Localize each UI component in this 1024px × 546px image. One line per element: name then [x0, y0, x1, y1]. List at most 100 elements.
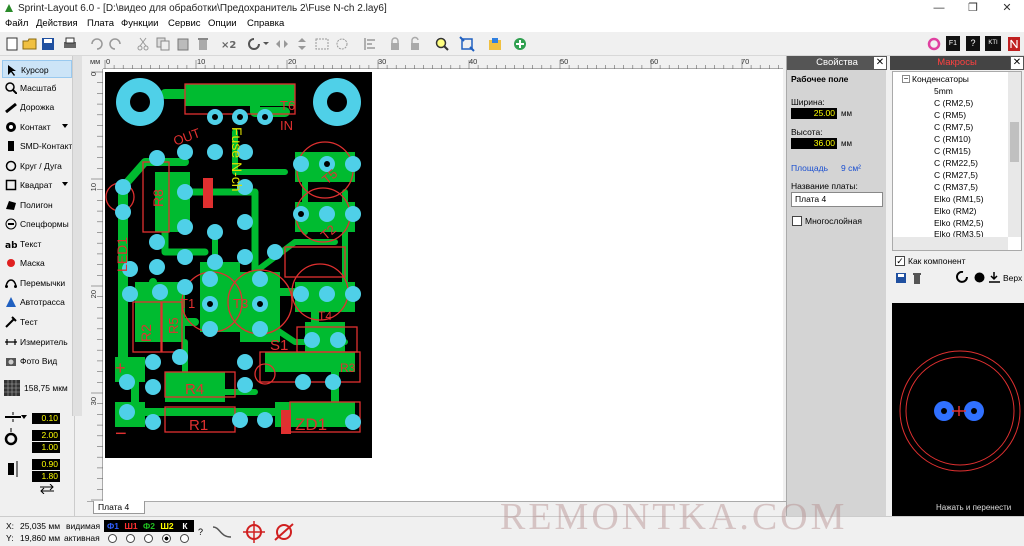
- tree-item[interactable]: C (RM15): [934, 146, 971, 156]
- tree-item[interactable]: C (RM2,5): [934, 98, 973, 108]
- tool-test[interactable]: Тест: [2, 313, 72, 331]
- close-icon[interactable]: ✕: [1010, 56, 1024, 70]
- menu-actions[interactable]: Действия: [36, 18, 78, 29]
- as-component-checkbox[interactable]: ✓: [895, 256, 905, 266]
- duplicate-icon[interactable]: ×2: [220, 36, 242, 52]
- tool-track[interactable]: Дорожка: [2, 98, 72, 116]
- tree-item[interactable]: C (RM7,5): [934, 122, 973, 132]
- delete-icon[interactable]: [195, 36, 211, 52]
- tool-jumper[interactable]: Перемычки: [2, 274, 72, 292]
- smd-height-field[interactable]: 1.80: [32, 471, 60, 482]
- tree-scrollbar[interactable]: [1008, 72, 1021, 237]
- f1-help-icon[interactable]: F1: [946, 36, 960, 51]
- tool-photo[interactable]: Фото Вид: [2, 352, 72, 370]
- pad-outer-field[interactable]: 2.00: [32, 430, 60, 441]
- undo-icon[interactable]: [88, 36, 104, 52]
- connection-icon[interactable]: [210, 521, 234, 543]
- tool-cursor[interactable]: Курсор: [2, 60, 72, 78]
- tree-item[interactable]: C (RM37,5): [934, 182, 978, 192]
- kti-icon[interactable]: KTI: [985, 36, 1001, 51]
- menu-functions[interactable]: Функции: [121, 18, 158, 29]
- export-icon[interactable]: [487, 36, 503, 52]
- active-layer-radio[interactable]: [162, 534, 171, 543]
- menu-options[interactable]: Опции: [208, 18, 237, 29]
- tool-zoom[interactable]: Масштаб: [2, 79, 72, 97]
- tree-item[interactable]: Elko (RM2): [934, 206, 977, 216]
- layer-sh1[interactable]: Ш1: [122, 520, 140, 532]
- board-name-field[interactable]: Плата 4: [791, 192, 883, 207]
- grid-icon[interactable]: [4, 380, 20, 396]
- exit-icon[interactable]: [1006, 36, 1022, 52]
- record-icon[interactable]: [973, 271, 986, 284]
- height-field[interactable]: 36.00: [791, 138, 837, 149]
- plugin-icon[interactable]: [512, 36, 528, 52]
- menu-file[interactable]: Файл: [5, 18, 28, 29]
- tree-item[interactable]: C (RM27,5): [934, 170, 978, 180]
- lock-icon[interactable]: [387, 36, 403, 52]
- tree-item[interactable]: C (RM22,5): [934, 158, 978, 168]
- active-layer-radio[interactable]: [108, 534, 117, 543]
- active-layer-radio[interactable]: [180, 534, 189, 543]
- minimize-button[interactable]: —: [922, 0, 956, 17]
- zoom-fit-icon[interactable]: [459, 36, 475, 52]
- close-button[interactable]: ✕: [990, 0, 1024, 17]
- group-icon[interactable]: [314, 36, 330, 52]
- zoom-search-icon[interactable]: [434, 36, 450, 52]
- close-icon[interactable]: ✕: [873, 56, 887, 70]
- align-icon[interactable]: [362, 36, 378, 52]
- tree-category[interactable]: Конденсаторы: [912, 74, 969, 84]
- board-tab[interactable]: Плата 4: [93, 501, 145, 514]
- save-icon[interactable]: [40, 36, 56, 52]
- pad-inner-field[interactable]: 1.00: [32, 442, 60, 453]
- layer-f2[interactable]: Ф2: [140, 520, 158, 532]
- layer-help[interactable]: ?: [198, 527, 203, 537]
- chevron-down-icon[interactable]: [262, 36, 270, 52]
- tree-item[interactable]: 5mm: [934, 86, 953, 96]
- tool-autoroute[interactable]: Автотрасса: [2, 293, 72, 311]
- drc-off-icon[interactable]: [272, 521, 296, 543]
- maximize-button[interactable]: ❐: [956, 0, 990, 17]
- new-file-icon[interactable]: [4, 36, 20, 52]
- ungroup-icon[interactable]: [334, 36, 350, 52]
- tool-scrollbar[interactable]: [72, 56, 82, 416]
- mirror-v-icon[interactable]: [294, 36, 310, 52]
- chevron-down-icon[interactable]: [62, 124, 68, 128]
- grid-value[interactable]: 158,75 мкм: [24, 383, 68, 393]
- tree-item[interactable]: Elko (RM2,5): [934, 218, 984, 228]
- target-icon[interactable]: [242, 521, 266, 543]
- pcb-layout[interactable]: T6 IN OUT T5 R8 T2 LED1 T1 T3 R2 R5 T4 S…: [105, 72, 372, 458]
- cut-icon[interactable]: [135, 36, 151, 52]
- width-field[interactable]: 25.00: [791, 108, 837, 119]
- tool-smd[interactable]: SMD-Контакт: [2, 137, 72, 155]
- collapse-icon[interactable]: −: [902, 75, 910, 83]
- print-icon[interactable]: [62, 36, 78, 52]
- tree-item[interactable]: C (RM5): [934, 110, 966, 120]
- tool-text[interactable]: ab Текст: [2, 235, 72, 253]
- rotate-macro-icon[interactable]: [956, 271, 969, 284]
- unlock-icon[interactable]: [407, 36, 423, 52]
- tree-item[interactable]: Elko (RM3,5): [934, 229, 984, 237]
- menu-service[interactable]: Сервис: [168, 18, 201, 29]
- menu-board[interactable]: Плата: [87, 18, 114, 29]
- macro-preview[interactable]: Нажать и перенести: [892, 291, 1024, 516]
- multilayer-checkbox[interactable]: [792, 216, 802, 226]
- active-layer-radio[interactable]: [144, 534, 153, 543]
- tool-mask[interactable]: Маска: [2, 254, 72, 272]
- tool-circle[interactable]: Круг / Дуга: [2, 157, 72, 175]
- track-width-field[interactable]: 0.10: [32, 413, 60, 424]
- tool-polygon[interactable]: Полигон: [2, 196, 72, 214]
- rotate-icon[interactable]: [246, 36, 262, 52]
- side-top-icon[interactable]: [988, 271, 1001, 284]
- menu-help[interactable]: Справка: [247, 18, 284, 29]
- cmyk-icon[interactable]: [926, 36, 942, 52]
- active-layer-radio[interactable]: [126, 534, 135, 543]
- copy-icon[interactable]: [155, 36, 171, 52]
- paste-icon[interactable]: [175, 36, 191, 52]
- save-macro-icon[interactable]: [895, 272, 907, 284]
- delete-macro-icon[interactable]: [911, 272, 923, 284]
- mirror-h-icon[interactable]: [274, 36, 290, 52]
- layer-f1[interactable]: Ф1: [104, 520, 122, 532]
- smd-width-field[interactable]: 0.90: [32, 459, 60, 470]
- tree-item[interactable]: C (RM10): [934, 134, 971, 144]
- open-folder-icon[interactable]: [22, 36, 38, 52]
